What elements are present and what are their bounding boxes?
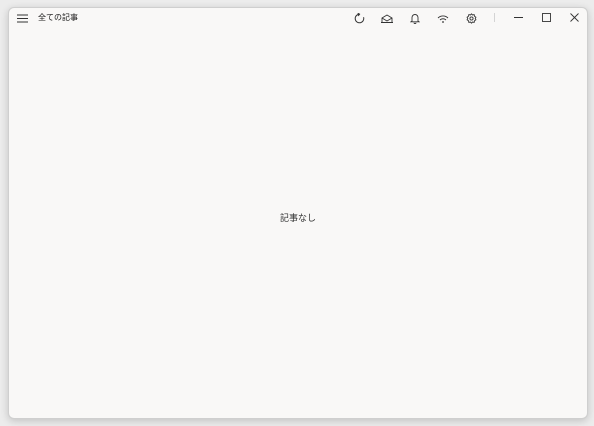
feed-signal-button[interactable] — [435, 11, 451, 25]
empty-state-message: 記事なし — [279, 214, 316, 224]
close-button[interactable] — [560, 8, 587, 26]
hamburger-menu-button[interactable] — [14, 11, 30, 25]
feed-signal-icon — [437, 14, 449, 23]
settings-button[interactable] — [463, 11, 479, 25]
mark-all-read-button[interactable] — [379, 11, 395, 25]
gear-icon — [466, 12, 477, 24]
close-icon — [569, 12, 579, 22]
app-window: 全ての記事 記事なし — [8, 7, 588, 419]
notification-bell-icon — [410, 13, 420, 24]
title-bar: 全ての記事 — [9, 8, 587, 28]
minimize-button[interactable] — [504, 8, 532, 26]
mark-all-read-icon — [381, 13, 393, 23]
minimize-icon — [513, 13, 523, 22]
page-title: 全ての記事 — [38, 13, 78, 22]
refresh-button[interactable] — [351, 11, 367, 25]
hamburger-menu-icon — [16, 13, 28, 23]
toolbar-separator — [494, 13, 495, 22]
maximize-icon — [541, 12, 551, 22]
maximize-button[interactable] — [532, 8, 560, 26]
refresh-icon — [354, 12, 365, 24]
notification-button[interactable] — [407, 11, 423, 25]
